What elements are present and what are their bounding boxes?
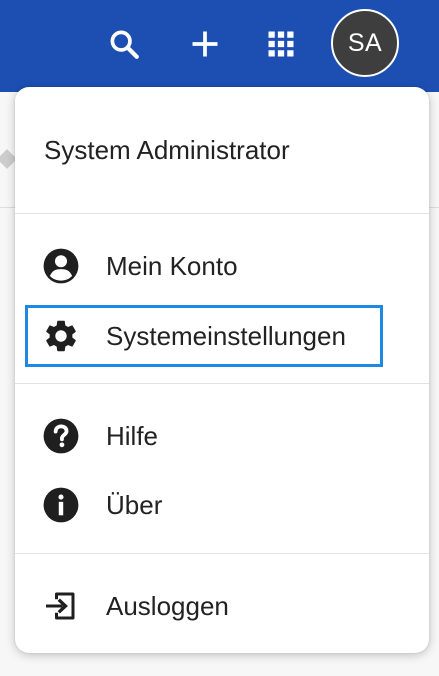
account-circle-icon	[41, 246, 81, 286]
page: SA System Administrator Mein Konto Syste…	[0, 0, 439, 676]
menu-user-name: System Administrator	[44, 135, 290, 165]
menu-divider	[15, 553, 429, 554]
menu-item-help[interactable]: Hilfe	[25, 405, 383, 467]
logout-icon	[41, 586, 81, 626]
user-menu-dropdown: System Administrator Mein Konto Systemei…	[15, 87, 429, 653]
search-button[interactable]	[100, 20, 148, 68]
info-circle-icon	[41, 485, 81, 525]
user-avatar-button[interactable]: SA	[331, 9, 399, 77]
add-button[interactable]	[181, 20, 229, 68]
help-circle-icon	[41, 416, 81, 456]
menu-item-system-settings[interactable]: Systemeinstellungen	[25, 305, 383, 367]
menu-item-label: Über	[106, 489, 163, 520]
menu-item-label: Systemeinstellungen	[106, 320, 346, 351]
menu-item-my-account[interactable]: Mein Konto	[25, 235, 383, 297]
menu-divider	[15, 383, 429, 384]
top-app-bar: SA	[0, 0, 439, 92]
search-icon	[110, 30, 139, 59]
menu-item-about[interactable]: Über	[25, 474, 383, 536]
menu-item-logout[interactable]: Ausloggen	[25, 575, 383, 637]
menu-divider	[15, 213, 429, 214]
apps-grid-icon	[268, 31, 294, 57]
menu-item-label: Hilfe	[106, 420, 159, 451]
menu-item-label: Ausloggen	[106, 590, 229, 621]
apps-button[interactable]	[257, 20, 305, 68]
gear-icon	[41, 316, 81, 356]
plus-icon	[192, 31, 218, 57]
avatar-initials: SA	[347, 28, 383, 57]
menu-item-label: Mein Konto	[106, 250, 238, 281]
